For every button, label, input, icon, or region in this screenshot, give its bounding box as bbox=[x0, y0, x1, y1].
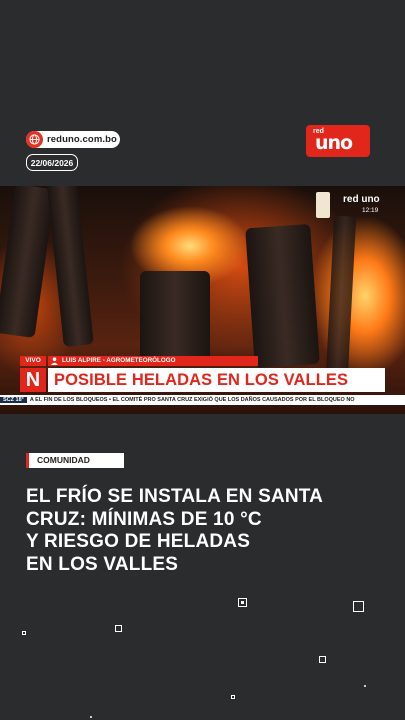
article-title: EL FRÍO SE INSTALA EN SANTA CRUZ: MÍNIMA… bbox=[26, 486, 386, 576]
lower-third: VIVO LUIS ALPIRE - AGROMETEORÓLOGO N POS… bbox=[20, 356, 385, 398]
headline-bar: POSIBLE HELADAS EN LOS VALLES bbox=[48, 368, 385, 392]
news-ticker: SCZ 18° A EL FIN DE LOS BLOQUEOS • EL COM… bbox=[0, 395, 405, 405]
site-link[interactable]: reduno.com.bo bbox=[26, 131, 120, 148]
event-emblem-icon bbox=[316, 192, 330, 218]
log-shape bbox=[325, 215, 357, 377]
ticker-text: A EL FIN DE LOS BLOQUEOS • EL COMITÉ PRO… bbox=[29, 397, 355, 403]
decor-square bbox=[22, 631, 26, 635]
site-url: reduno.com.bo bbox=[47, 134, 117, 145]
news-video-frame[interactable]: red uno 12:19 VIVO LUIS ALPIRE - AGROMET… bbox=[0, 186, 405, 414]
title-line: EN LOS VALLES bbox=[26, 553, 179, 575]
decor-square bbox=[238, 598, 247, 607]
globe-icon bbox=[26, 131, 43, 148]
decor-square bbox=[115, 625, 122, 632]
log-shape bbox=[140, 271, 210, 366]
person-caption: LUIS ALPIRE - AGROMETEORÓLOGO bbox=[48, 356, 258, 366]
ticker-region: SCZ 18° bbox=[0, 397, 27, 403]
log-shape bbox=[0, 186, 56, 339]
news-n-badge: N bbox=[20, 368, 46, 392]
title-line: Y RIESGO DE HELADAS bbox=[26, 531, 251, 552]
channel-watermark: red uno bbox=[343, 194, 380, 205]
decor-square bbox=[319, 656, 326, 663]
category-tag: COMUNIDAD bbox=[26, 453, 124, 468]
channel-time: 12:19 bbox=[362, 207, 379, 214]
title-line: EL FRÍO SE INSTALA EN SANTA bbox=[26, 486, 324, 507]
video-headline: POSIBLE HELADAS EN LOS VALLES bbox=[54, 371, 349, 389]
live-badge: VIVO bbox=[20, 356, 46, 366]
person-name: LUIS ALPIRE - AGROMETEORÓLOGO bbox=[62, 357, 176, 364]
decor-square bbox=[353, 601, 364, 612]
red-uno-logo: red uno bbox=[306, 125, 370, 157]
person-icon bbox=[51, 357, 58, 365]
decor-dot bbox=[364, 685, 366, 687]
title-line: CRUZ: MÍNIMAS DE 10 °C bbox=[26, 508, 262, 530]
publish-date: 22/06/2026 bbox=[26, 154, 78, 171]
logo-uno-text: uno bbox=[315, 132, 353, 154]
log-shape bbox=[46, 186, 94, 348]
decor-dot bbox=[90, 716, 92, 718]
decor-square bbox=[231, 695, 235, 699]
log-shape bbox=[245, 223, 320, 369]
